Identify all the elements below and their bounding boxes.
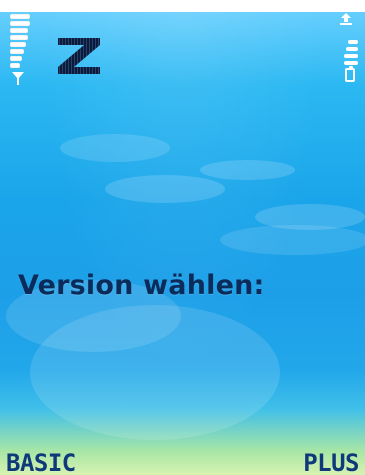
signal-bar	[10, 21, 30, 26]
signal-bar	[10, 49, 24, 54]
version-select-prompt: Version wählen:	[18, 270, 265, 301]
battery-icon	[345, 66, 355, 82]
phone-screen: Version wählen: BASIC PLUS	[0, 0, 365, 475]
background-bokeh	[60, 134, 170, 162]
battery-bar	[348, 40, 358, 44]
signal-bar	[10, 35, 28, 40]
battery-bar	[346, 47, 358, 51]
softkey-plus[interactable]: PLUS	[303, 449, 359, 475]
signal-bar	[10, 42, 26, 47]
signal-bar	[10, 14, 30, 19]
signal-bar	[10, 28, 28, 33]
softkey-basic[interactable]: BASIC	[6, 449, 76, 475]
background-bokeh	[200, 160, 295, 180]
battery-bar	[344, 54, 358, 58]
signal-bar	[10, 56, 22, 61]
antenna-icon	[12, 72, 24, 85]
background-bokeh	[30, 305, 280, 440]
background-bokeh	[220, 225, 365, 255]
battery-bar	[344, 61, 358, 65]
top-white-strip	[0, 0, 365, 12]
background-bokeh	[105, 175, 225, 203]
signal-bar	[10, 63, 20, 68]
network-logo	[58, 38, 100, 74]
upload-icon	[340, 13, 352, 25]
